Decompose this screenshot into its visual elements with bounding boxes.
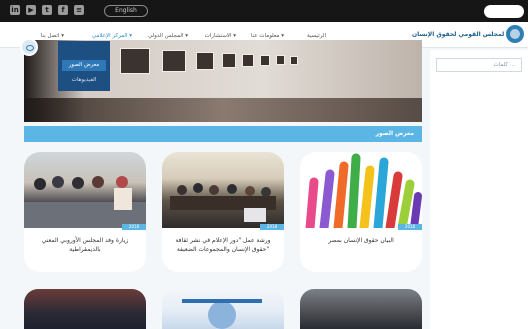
card-date-tag: 2018 [260, 224, 284, 230]
section-title: معرض الصور [375, 130, 414, 137]
banner-frame [222, 53, 236, 68]
facebook-icon[interactable]: f [58, 5, 68, 15]
banner-frame [196, 52, 214, 70]
gallery-card-image[interactable] [162, 289, 284, 329]
delegation-image [24, 176, 146, 228]
card-title[interactable]: البيان حقوق الإنسان بمصر [306, 236, 416, 245]
section-bar: معرض الصور [24, 126, 422, 142]
linkedin-icon[interactable]: in [10, 5, 20, 15]
card-title[interactable]: زيارة وفد المجلس الأوروبي المعني بالديمق… [30, 236, 140, 254]
banner-frame [260, 55, 270, 66]
sidebar-search-input[interactable]: كلمات ... [436, 58, 522, 72]
top-bar: in ▶ t f ≡ English [0, 0, 528, 22]
dropdown-item-photo-gallery[interactable]: معرض الصور [62, 60, 106, 71]
gallery-card[interactable]: 2018 ورشة عمل "دور الإعلام في نشر ثقافة … [162, 152, 284, 272]
rss-icon[interactable]: ≡ [74, 5, 84, 15]
card-date-tag: 2018 [122, 224, 146, 230]
dropdown-item-videos[interactable]: الفيديوهات [62, 75, 106, 86]
sidebar [430, 50, 528, 329]
banner-frame [162, 50, 186, 72]
banner-frame [242, 54, 254, 67]
gallery-card[interactable]: 2018 البيان حقوق الإنسان بمصر [300, 152, 422, 272]
dropdown-item-news[interactable] [62, 45, 106, 56]
banner-frame [120, 48, 150, 74]
card-image [24, 152, 146, 228]
twitter-icon[interactable]: t [42, 5, 52, 15]
search-input[interactable] [484, 5, 524, 18]
media-dropdown: معرض الصور الفيديوهات [58, 41, 110, 91]
page: in ▶ t f ≡ English المجلس القومي لحقوق ا… [0, 0, 528, 329]
language-button[interactable]: English [104, 5, 148, 17]
logo-text[interactable]: المجلس القومي لحقوق الإنسان [412, 28, 504, 42]
banner-frame [290, 56, 298, 65]
gallery-card-image[interactable] [300, 289, 422, 329]
youtube-icon[interactable]: ▶ [26, 5, 36, 15]
card-title[interactable]: ورشة عمل "دور الإعلام في نشر ثقافة حقوق … [168, 236, 278, 254]
card-image [300, 152, 422, 233]
gallery-card-image[interactable] [24, 289, 146, 329]
card-date-tag: 2018 [398, 224, 422, 230]
accessibility-icon[interactable] [20, 38, 38, 56]
gallery-card[interactable]: 2018 زيارة وفد المجلس الأوروبي المعني با… [24, 152, 146, 272]
meeting-image [170, 183, 276, 222]
hands-image [300, 152, 422, 233]
logo[interactable] [506, 25, 524, 43]
banner-frame [276, 55, 285, 65]
poster-image [182, 299, 262, 329]
card-image [162, 152, 284, 228]
